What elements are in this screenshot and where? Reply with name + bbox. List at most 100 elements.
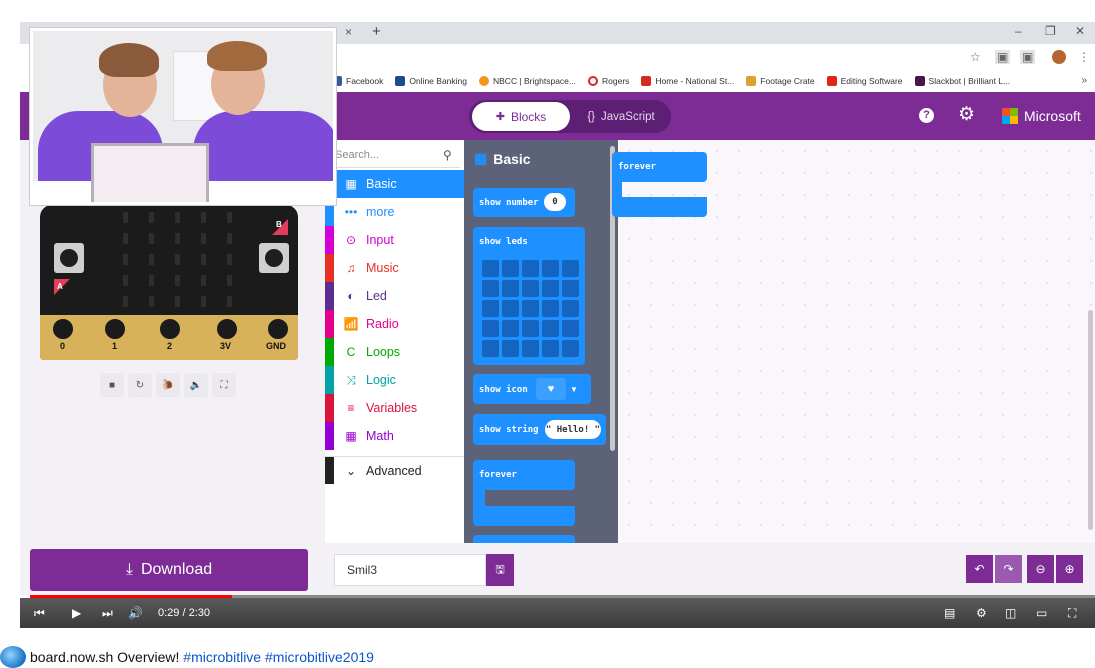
bookmark-editing-software[interactable]: Editing Software [826,76,903,86]
restore-button[interactable]: ❐ [1045,24,1056,38]
pin-0[interactable] [50,316,76,342]
next-icon[interactable]: ⏭ [102,606,113,621]
toolbox-category-radio[interactable]: 📶 Radio [325,310,465,338]
extension-icon[interactable]: ▣ [995,50,1011,64]
button-b[interactable] [265,249,283,267]
project-name-input[interactable]: Smil3 [334,554,486,586]
toolbox-category-input[interactable]: ⊙ Input [325,226,465,254]
workspace-scrollbar[interactable] [1088,310,1093,530]
led-toggle[interactable] [502,340,519,357]
led-toggle[interactable] [562,260,579,277]
restart-icon[interactable]: ↻ [128,373,152,397]
volume-icon[interactable]: 🔊 [128,606,143,620]
button-a[interactable] [60,249,78,267]
hashtag-link[interactable]: #microbitlive [183,649,261,665]
led-toggle[interactable] [502,320,519,337]
led-toggle[interactable] [482,280,499,297]
led-toggle[interactable] [482,340,499,357]
theater-icon[interactable]: ▭ [1036,606,1047,620]
dropdown-arrow-icon[interactable]: ▼ [570,385,578,394]
search-icon[interactable]: ⚲ [443,148,452,162]
undo-icon[interactable]: ↶ [966,555,993,583]
subtitles-icon[interactable]: ▤ [944,606,955,620]
string-input[interactable]: " Hello! " [545,420,601,439]
bookmark-slackbot[interactable]: Slackbot | Brilliant L... [914,76,1010,86]
led-toggle[interactable] [542,300,559,317]
bookmark-footage-crate[interactable]: Footage Crate [746,76,815,86]
pin-1[interactable] [102,316,128,342]
toolbox-category-music[interactable]: ♫ Music [325,254,465,282]
star-icon[interactable]: ☆ [970,50,981,64]
toolbox-category-more[interactable]: ••• more [325,198,465,226]
pin-gnd[interactable] [265,316,291,342]
close-tab-icon[interactable]: × [345,25,352,39]
heart-icon[interactable]: ♥ [536,378,566,400]
led-toggle[interactable] [542,340,559,357]
led-toggle[interactable] [542,320,559,337]
toolbox-category-advanced[interactable]: ⌄ Advanced [325,456,465,484]
bookmark-facebook[interactable]: Facebook [332,76,383,86]
redo-icon[interactable]: ↷ [995,555,1022,583]
minimize-button[interactable]: – [1015,24,1022,38]
help-icon[interactable]: ? [919,108,934,123]
bookmark-brightspace[interactable]: NBCC | Brightspace... [479,76,576,86]
led-toggle[interactable] [482,260,499,277]
bookmark-national[interactable]: Home - National St... [641,76,734,86]
led-toggle[interactable] [542,260,559,277]
led-toggle[interactable] [562,280,579,297]
led-toggle[interactable] [522,280,539,297]
fullscreen-icon[interactable]: ⛶ [1068,606,1076,621]
previous-icon[interactable]: ⏮ [34,606,45,621]
mute-icon[interactable]: 🔈 [184,373,208,397]
pin-3v[interactable] [214,316,240,342]
led-toggle[interactable] [562,340,579,357]
led-toggle[interactable] [502,260,519,277]
led-toggle[interactable] [522,340,539,357]
settings-icon[interactable]: ⚙ [976,606,987,620]
toolbox-category-logic[interactable]: ⤨ Logic [325,366,465,394]
bookmark-online-banking[interactable]: Online Banking [395,76,467,86]
led-toggle[interactable] [502,300,519,317]
toolbox-search-input[interactable]: Search... [330,143,460,168]
led-toggle[interactable] [482,300,499,317]
led-toggle[interactable] [502,280,519,297]
pin-2[interactable] [157,316,183,342]
toolbox-category-variables[interactable]: ≡ Variables [325,394,465,422]
new-tab-button[interactable]: + [372,23,381,40]
profile-avatar[interactable] [1052,50,1066,64]
led-toggle[interactable] [522,300,539,317]
microsoft-brand[interactable]: Microsoft [1024,108,1081,124]
forever-block[interactable]: forever [473,460,575,490]
download-button[interactable]: ⤓ Download [30,549,308,591]
led-toggle[interactable] [482,320,499,337]
play-icon[interactable]: ▶ [72,606,81,620]
workspace-forever-block[interactable]: forever [612,152,707,182]
miniplayer-icon[interactable]: ◫ [1005,606,1016,620]
led-toggle[interactable] [522,320,539,337]
led-toggle[interactable] [522,260,539,277]
blocks-mode-button[interactable]: ✚ Blocks [472,102,570,131]
toolbox-category-led[interactable]: ◐ Led [325,282,465,310]
led-toggle[interactable] [562,320,579,337]
slow-mo-icon[interactable]: 🐌 [156,373,180,397]
zoom-out-icon[interactable]: ⊖ [1027,555,1054,583]
close-window-button[interactable]: ✕ [1075,24,1085,38]
led-toggle[interactable] [562,300,579,317]
fullscreen-icon[interactable]: ⛶ [212,373,236,397]
menu-icon[interactable]: ⋮ [1078,50,1090,64]
bookmarks-overflow-button[interactable]: » [1081,75,1087,86]
toolbox-category-loops[interactable]: C Loops [325,338,465,366]
extension-icon[interactable]: ▣ [1020,50,1036,64]
led-editor-grid[interactable] [482,260,580,358]
gear-icon[interactable]: ⚙ [958,103,975,126]
javascript-mode-button[interactable]: {} JavaScript [575,102,667,131]
bookmark-rogers[interactable]: Rogers [588,76,629,86]
toolbox-category-math[interactable]: ▦ Math [325,422,465,450]
zoom-in-icon[interactable]: ⊕ [1056,555,1083,583]
toolbox-category-basic[interactable]: ▦ Basic [325,170,465,198]
save-icon[interactable]: 🖫 [486,554,514,586]
number-input[interactable]: 0 [544,193,566,211]
led-toggle[interactable] [542,280,559,297]
hashtag-link[interactable]: #microbitlive2019 [265,649,374,665]
stop-icon[interactable]: ■ [100,373,124,397]
